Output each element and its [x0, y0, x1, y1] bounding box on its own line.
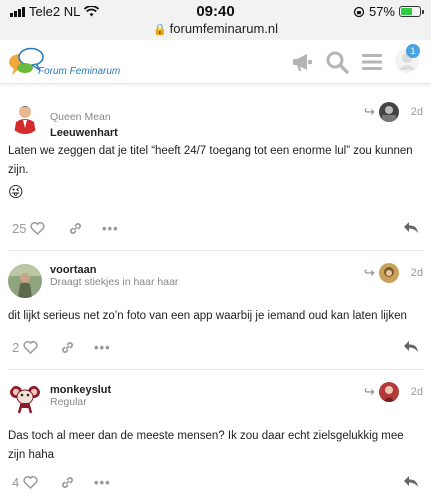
user-title: Draagt stiekjes in haar haar — [50, 276, 179, 288]
reply-to-icon[interactable]: ↪ — [364, 265, 375, 281]
post-date[interactable]: 2d — [411, 267, 423, 279]
battery-icon — [399, 6, 424, 17]
username[interactable]: monkeyslut — [50, 384, 111, 396]
reply-button[interactable] — [403, 475, 419, 488]
reply-icon — [404, 222, 418, 233]
notification-badge[interactable]: 1 — [406, 44, 420, 58]
battery-area: 57% — [353, 4, 424, 19]
avatar[interactable] — [8, 264, 42, 298]
reply-icon — [404, 476, 418, 487]
reply-icon — [404, 341, 418, 352]
username[interactable]: Leeuwenhart — [50, 127, 118, 139]
user-title: Queen Mean — [50, 111, 111, 123]
post-actions: 2 ••• — [8, 340, 423, 360]
post-actions: 25 ••• — [8, 221, 423, 241]
status-bar: Tele2 NL 09:40 57% 🔒 forumfeminarum.nl — [0, 0, 431, 40]
reply-to-avatar[interactable] — [378, 102, 399, 122]
site-header: Forum Feminarum 1 — [0, 40, 431, 84]
like-button[interactable]: 2 — [12, 340, 38, 355]
search-icon[interactable] — [325, 50, 349, 74]
post-meta: ↪ 2d — [364, 382, 423, 402]
like-count: 25 — [12, 221, 27, 236]
post-date[interactable]: 2d — [411, 386, 423, 398]
reply-button[interactable] — [403, 221, 419, 234]
lock-icon: 🔒 — [152, 24, 167, 36]
avatar-monkeyslut — [8, 382, 42, 416]
post-voortaan: voortaan Draagt stiekjes in haar haar ↪ … — [0, 252, 431, 370]
reply-to-icon[interactable]: ↪ — [364, 104, 375, 120]
post-meta: ↪ 2d — [364, 263, 423, 283]
more-button[interactable]: ••• — [94, 340, 111, 355]
avatar[interactable] — [8, 382, 42, 416]
megaphone-icon[interactable] — [290, 50, 314, 74]
more-button[interactable]: ••• — [94, 475, 111, 490]
rotation-lock-icon — [353, 6, 365, 17]
share-button[interactable] — [68, 221, 83, 236]
share-button[interactable] — [60, 340, 75, 355]
site-logo[interactable]: Forum Feminarum — [8, 46, 128, 80]
url-bar[interactable]: 🔒 forumfeminarum.nl — [0, 21, 431, 36]
post-leeuwenhart: Leeuwenhart Queen Mean ↪ 2d Laten we zeg… — [0, 84, 431, 252]
post-body: Laten we zeggen dat je titel “heeft 24/7… — [8, 145, 413, 176]
username[interactable]: voortaan — [50, 264, 96, 276]
avatar[interactable] — [8, 100, 42, 134]
reply-to-avatar[interactable] — [378, 382, 399, 402]
post-date[interactable]: 2d — [411, 106, 423, 118]
heart-icon — [30, 222, 46, 235]
avatar-leeuwenhart — [8, 100, 42, 134]
post-body: Das toch al meer dan de meeste mensen? I… — [8, 430, 404, 461]
post-meta: ↪ 2d — [364, 102, 423, 122]
post-monkeyslut: monkeyslut Regular ↪ 2d Das toch al meer… — [0, 370, 431, 500]
user-title: Regular — [50, 396, 87, 408]
link-icon — [62, 342, 73, 353]
url-text: forumfeminarum.nl — [169, 21, 279, 36]
like-count: 4 — [12, 475, 20, 490]
like-count: 2 — [12, 340, 20, 355]
reply-to-icon[interactable]: ↪ — [364, 384, 375, 400]
avatar-voortaan — [8, 264, 42, 298]
like-button[interactable]: 4 — [12, 475, 38, 490]
more-button[interactable]: ••• — [102, 221, 119, 236]
share-button[interactable] — [60, 475, 75, 490]
post-divider — [8, 250, 423, 251]
battery-percent: 57% — [368, 4, 395, 19]
hamburger-icon[interactable] — [360, 50, 384, 74]
link-icon — [70, 223, 81, 234]
heart-icon — [23, 341, 38, 354]
reply-to-avatar[interactable] — [378, 263, 399, 283]
link-icon — [62, 477, 73, 488]
reply-button[interactable] — [403, 340, 419, 353]
logo-text: Forum Feminarum — [38, 66, 121, 77]
post-body: dit lijkt serieus net zo’n foto van een … — [8, 310, 407, 322]
post-actions: 4 ••• — [8, 475, 423, 495]
heart-icon — [23, 476, 38, 489]
like-button[interactable]: 25 — [12, 221, 46, 236]
post-emoji: 😜 — [8, 184, 24, 201]
